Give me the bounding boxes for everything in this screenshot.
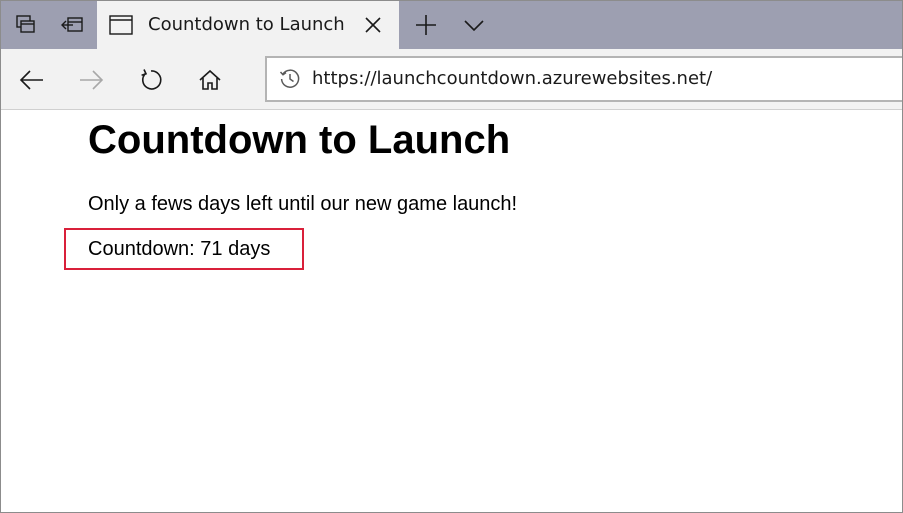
browser-window: Countdown to Launch https://launchcountd… — [0, 0, 903, 513]
page-content — [1, 111, 902, 512]
url-text[interactable]: https://launchcountdown.azurewebsites.ne… — [312, 68, 712, 89]
tabs-stack-icon — [16, 15, 35, 33]
page-title: Countdown to Launch — [88, 118, 511, 162]
page-subtitle: Only a fews days left until our new game… — [88, 193, 518, 215]
tab-title: Countdown to Launch — [148, 14, 345, 35]
home-button[interactable] — [188, 58, 232, 102]
plus-icon — [416, 15, 436, 35]
forward-button[interactable] — [69, 58, 113, 102]
back-button[interactable] — [10, 58, 54, 102]
home-icon — [199, 69, 221, 90]
navigation-bar: https://launchcountdown.azurewebsites.ne… — [1, 49, 902, 110]
new-tab-button[interactable] — [403, 1, 449, 49]
tabs-aside-button[interactable] — [49, 1, 95, 49]
refresh-button[interactable] — [129, 58, 173, 102]
arrow-left-icon — [19, 70, 43, 90]
tab-strip: Countdown to Launch — [1, 1, 902, 49]
tab-overflow-button[interactable] — [451, 1, 497, 49]
tab-countdown-to-launch[interactable]: Countdown to Launch — [97, 1, 399, 49]
history-icon — [279, 69, 300, 88]
refresh-icon — [141, 69, 162, 90]
chevron-down-icon — [464, 20, 484, 32]
arrow-right-icon — [80, 70, 104, 90]
tabs-aside-icon — [61, 17, 83, 32]
address-bar[interactable]: https://launchcountdown.azurewebsites.ne… — [265, 56, 902, 102]
countdown-text: Countdown: 71 days — [88, 238, 271, 260]
page-icon — [109, 15, 133, 35]
close-tab-button[interactable] — [362, 14, 384, 36]
set-aside-tabs-button[interactable] — [3, 1, 49, 49]
close-icon — [365, 17, 381, 33]
